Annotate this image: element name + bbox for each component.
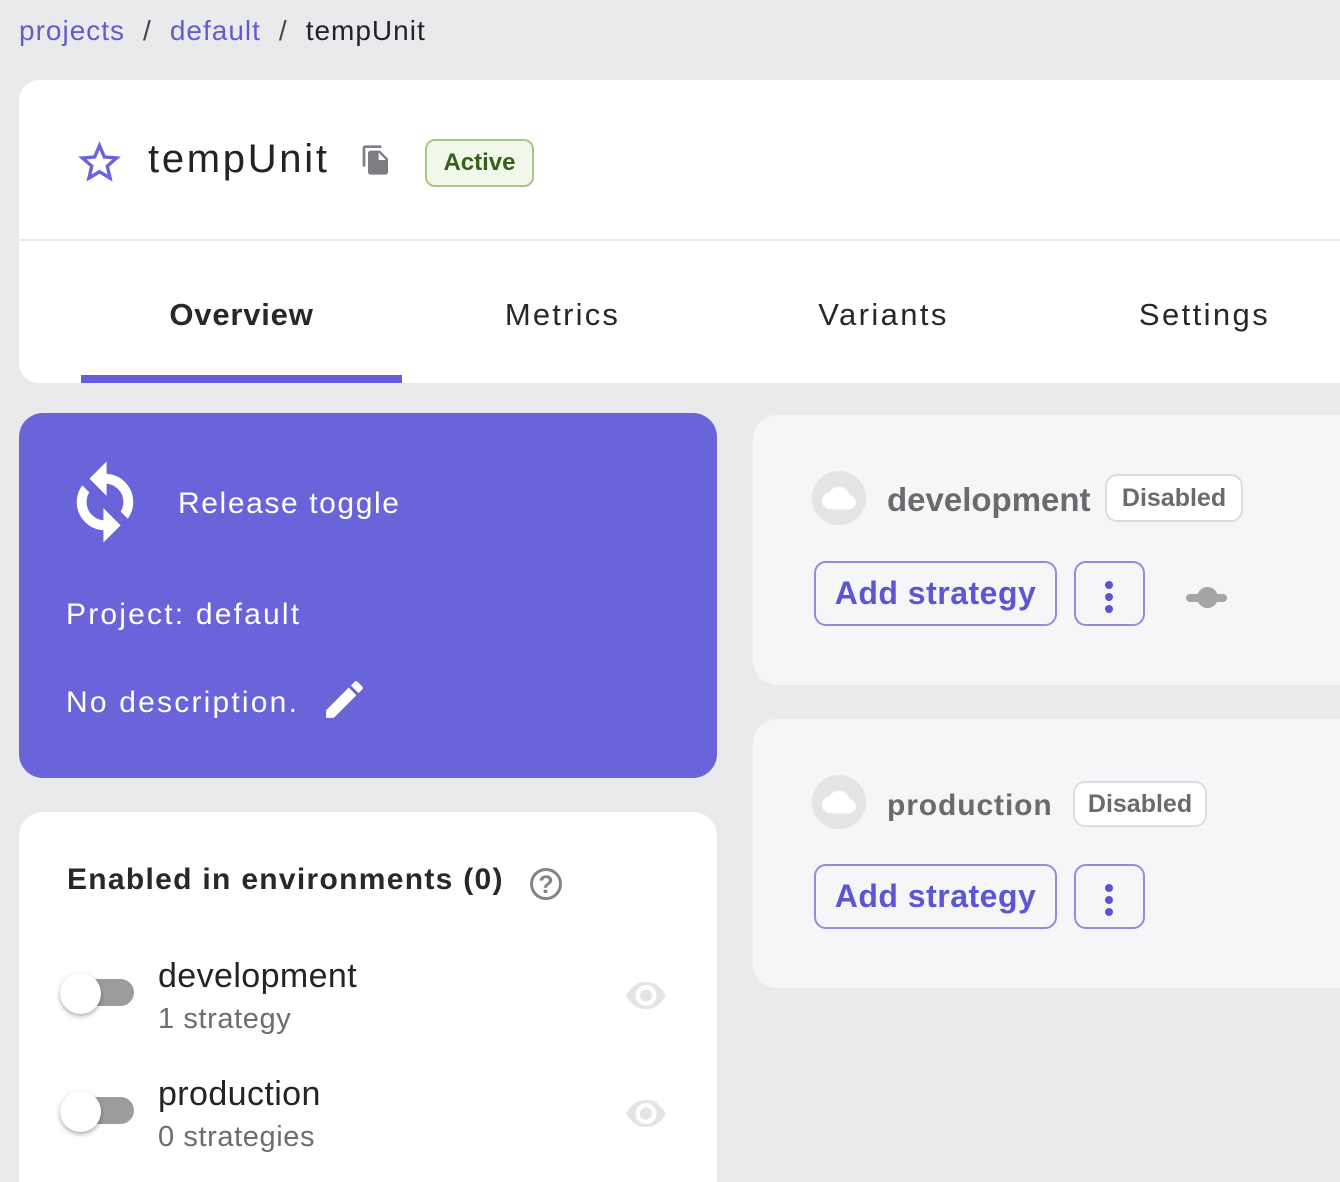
svg-text:?: ?: [538, 871, 553, 899]
